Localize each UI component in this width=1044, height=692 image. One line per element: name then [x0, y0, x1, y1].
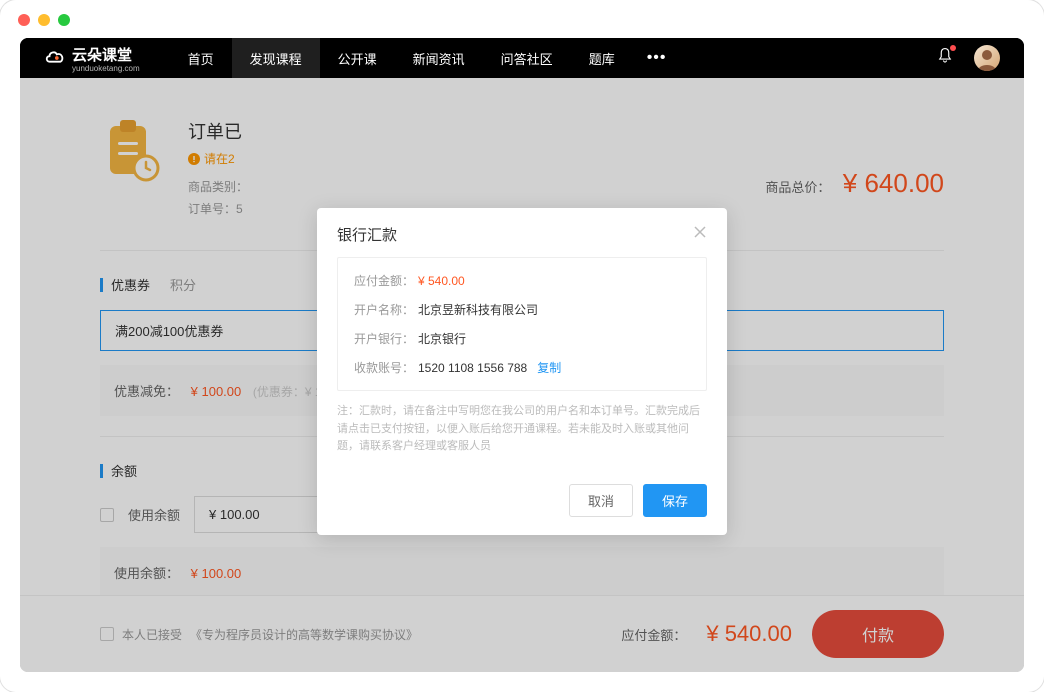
cloud-logo-icon: [44, 47, 66, 69]
account-name-value: 北京昱新科技有限公司: [418, 301, 538, 318]
account-no-value: 1520 1108 1556 788: [418, 361, 527, 375]
window-close[interactable]: [18, 14, 30, 26]
save-button[interactable]: 保存: [643, 484, 707, 517]
notifications-button[interactable]: [936, 47, 954, 70]
nav-public[interactable]: 公开课: [320, 38, 395, 78]
avatar-icon: [974, 45, 1000, 71]
modal-close-button[interactable]: [693, 225, 707, 244]
window-minimize[interactable]: [38, 14, 50, 26]
modal-title: 银行汇款: [337, 224, 397, 245]
topbar: 云朵课堂 yunduoketang.com 首页 发现课程 公开课 新闻资讯 问…: [20, 38, 1024, 78]
nav-news[interactable]: 新闻资讯: [395, 38, 483, 78]
bank-label: 开户银行：: [354, 330, 418, 347]
copy-button[interactable]: 复制: [537, 359, 561, 376]
bank-value: 北京银行: [418, 330, 466, 347]
modal-overlay[interactable]: 银行汇款 应付金额： ¥ 540.00 开户名称：: [20, 78, 1024, 672]
avatar[interactable]: [974, 45, 1000, 71]
modal-amount-value: ¥ 540.00: [418, 274, 465, 288]
account-no-label: 收款账号：: [354, 359, 418, 376]
account-name-label: 开户名称：: [354, 301, 418, 318]
cancel-button[interactable]: 取消: [569, 484, 633, 517]
logo-domain: yunduoketang.com: [72, 65, 140, 73]
nav-discover[interactable]: 发现课程: [232, 38, 320, 78]
nav-qa[interactable]: 问答社区: [483, 38, 571, 78]
nav-home[interactable]: 首页: [170, 38, 232, 78]
nav-more[interactable]: •••: [633, 38, 681, 78]
notification-dot: [950, 45, 956, 51]
modal-note: 注：汇款时，请在备注中写明您在我公司的用户名和本订单号。汇款完成后请点击已支付按…: [337, 403, 707, 456]
bank-info-box: 应付金额： ¥ 540.00 开户名称： 北京昱新科技有限公司 开户银行： 北京…: [337, 257, 707, 391]
bank-transfer-modal: 银行汇款 应付金额： ¥ 540.00 开户名称：: [317, 208, 727, 535]
logo-text: 云朵课堂: [72, 47, 132, 64]
modal-amount-label: 应付金额：: [354, 272, 418, 289]
window-maximize[interactable]: [58, 14, 70, 26]
close-icon: [693, 225, 707, 239]
main-nav: 首页 发现课程 公开课 新闻资讯 问答社区 题库 •••: [170, 38, 681, 78]
nav-bank[interactable]: 题库: [571, 38, 633, 78]
logo[interactable]: 云朵课堂 yunduoketang.com: [44, 44, 140, 73]
